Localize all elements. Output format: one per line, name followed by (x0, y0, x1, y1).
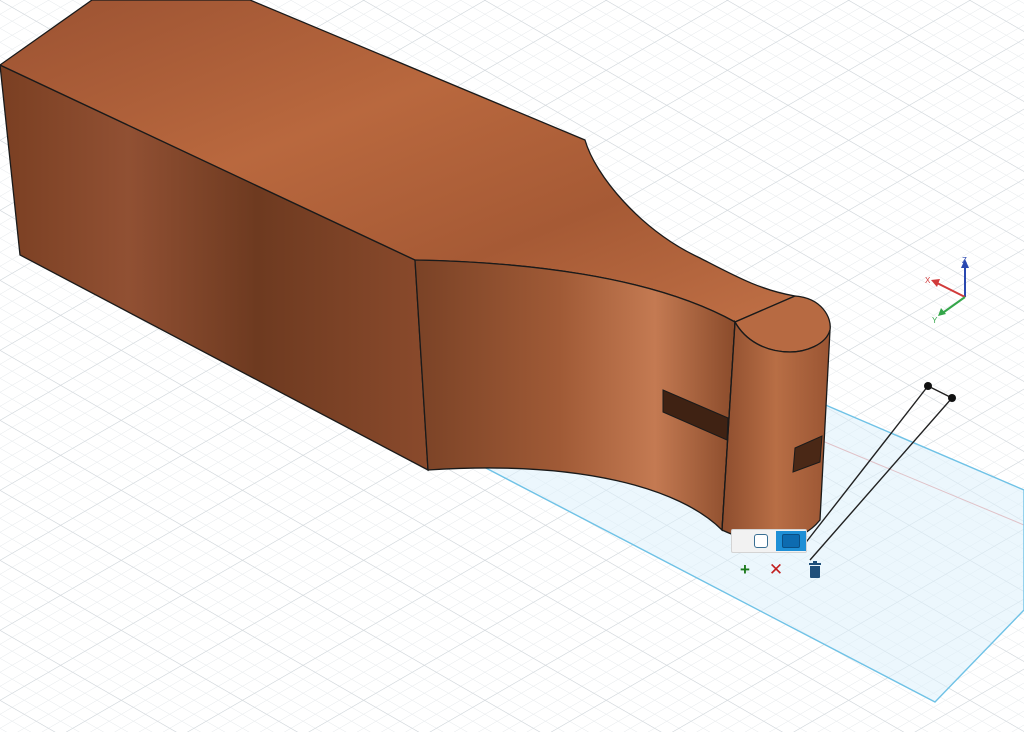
cross-icon: ✕ (768, 560, 784, 579)
z-axis-label: Z (962, 256, 967, 265)
add-button[interactable]: + (735, 560, 755, 580)
sketch-point[interactable] (924, 382, 932, 390)
remove-button[interactable]: ✕ (766, 560, 786, 580)
3d-viewport[interactable]: Z X Y (0, 0, 1024, 732)
model-knob-side (721, 319, 831, 543)
solid-square-icon (782, 534, 800, 548)
plus-icon: + (740, 560, 750, 579)
solid-mode-button[interactable] (776, 531, 806, 551)
sketch-point[interactable] (948, 394, 956, 402)
x-axis-label: X (925, 276, 931, 285)
mode-toggle (731, 529, 807, 553)
outline-mode-button[interactable] (746, 531, 776, 551)
outline-square-icon (754, 534, 768, 548)
y-axis-label: Y (932, 316, 938, 325)
delete-button[interactable] (805, 560, 825, 580)
